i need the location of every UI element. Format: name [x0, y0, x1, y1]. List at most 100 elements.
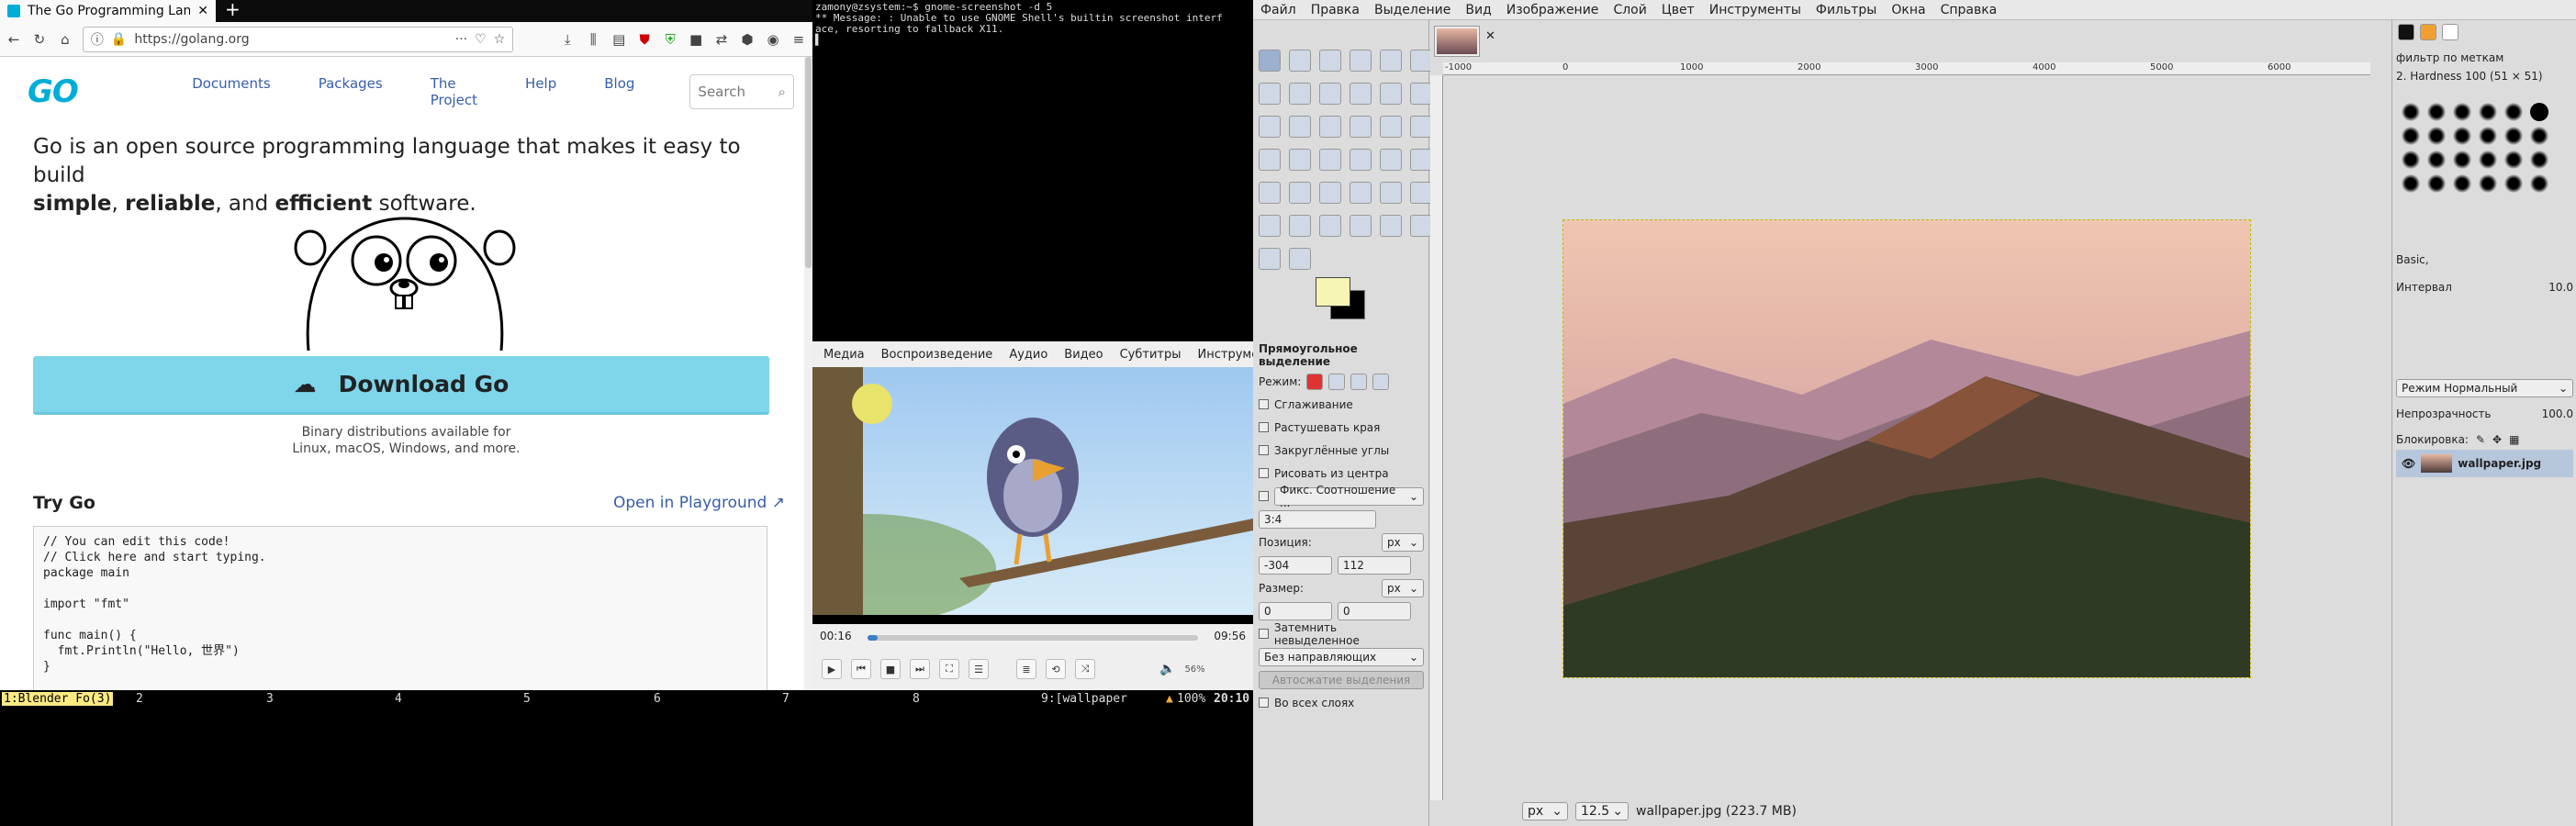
all-layers-row[interactable]: Во всех слоях	[1253, 691, 1429, 714]
foreground-color[interactable]	[1316, 277, 1350, 307]
brush-item[interactable]	[2402, 151, 2420, 169]
brush-item[interactable]	[2402, 174, 2420, 193]
home-icon[interactable]: ⌂	[57, 31, 73, 48]
handle-transform-tool-icon[interactable]	[1380, 149, 1402, 171]
foreground-select-tool-icon[interactable]	[1259, 83, 1281, 105]
pencil-tool-icon[interactable]	[1319, 182, 1341, 204]
workspace-7[interactable]: 7	[782, 692, 790, 706]
rounded-checkbox[interactable]	[1259, 445, 1269, 455]
antialias-checkbox[interactable]	[1259, 399, 1269, 409]
menu-subtitles[interactable]: Субтитры	[1120, 348, 1182, 362]
darken-row[interactable]: Затемнить невыделенное	[1253, 621, 1429, 647]
library-icon[interactable]: ⫼	[585, 31, 601, 48]
menu-view[interactable]: Вид	[1465, 3, 1491, 17]
brushes-tab-icon[interactable]	[2398, 24, 2414, 40]
page-actions-icon[interactable]: ···	[455, 32, 467, 47]
code-editor[interactable]: // You can edit this code! // Click here…	[33, 526, 767, 690]
brush-item[interactable]	[2427, 151, 2446, 169]
workspace-5[interactable]: 5	[523, 692, 531, 706]
brush-item[interactable]	[2427, 174, 2446, 193]
brush-item[interactable]	[2504, 103, 2523, 121]
all-layers-checkbox[interactable]	[1259, 698, 1269, 708]
color-swatches[interactable]	[1316, 277, 1367, 323]
nav-packages[interactable]: Packages	[319, 75, 383, 108]
workspace-9[interactable]: 9:[wallpaper	[1041, 692, 1127, 706]
menu-color[interactable]: Цвет	[1662, 3, 1695, 17]
next-icon[interactable]: ⏭	[910, 659, 930, 679]
canvas[interactable]	[1443, 75, 2370, 800]
search-icon[interactable]: ⌕	[778, 84, 786, 100]
ublock-icon[interactable]: ⛊	[636, 31, 653, 48]
autoshrink-button[interactable]: Автосжатие выделения	[1259, 670, 1424, 689]
brush-item[interactable]	[2504, 151, 2523, 169]
menu-layer[interactable]: Слой	[1613, 3, 1646, 17]
workspace-2[interactable]: 2	[136, 692, 143, 706]
brush-item[interactable]	[2479, 103, 2497, 121]
menu-windows[interactable]: Окна	[1891, 3, 1925, 17]
brush-item[interactable]	[2453, 103, 2471, 121]
brush-item[interactable]	[2479, 127, 2497, 145]
bucket-fill-tool-icon[interactable]	[1259, 182, 1281, 204]
eraser-tool-icon[interactable]	[1380, 182, 1402, 204]
fixed-checkbox[interactable]	[1259, 491, 1269, 501]
extension-icon[interactable]: ■	[688, 31, 704, 48]
brush-item[interactable]	[2530, 127, 2548, 145]
vertical-ruler[interactable]	[1430, 75, 1443, 800]
by-color-select-tool-icon[interactable]	[1380, 50, 1402, 72]
feather-checkbox[interactable]	[1259, 422, 1269, 432]
flip-tool-icon[interactable]	[1289, 149, 1311, 171]
menu-help[interactable]: Справка	[1941, 3, 1998, 17]
info-icon[interactable]: ⓘ	[91, 30, 104, 49]
lock-position-icon[interactable]: ✥	[2492, 433, 2502, 446]
scale-tool-icon[interactable]	[1350, 116, 1372, 138]
brush-item[interactable]	[2402, 127, 2420, 145]
brush-item[interactable]	[2504, 127, 2523, 145]
stop-icon[interactable]: ■	[880, 659, 901, 679]
paintbrush-tool-icon[interactable]	[1350, 182, 1372, 204]
opacity-row[interactable]: Непрозрачность 100.0	[2392, 404, 2576, 424]
brush-item[interactable]	[2453, 127, 2471, 145]
perspective-clone-tool-icon[interactable]	[1380, 215, 1402, 237]
menu-media[interactable]: Медиа	[823, 348, 865, 362]
workspace-6[interactable]: 6	[654, 692, 661, 706]
menu-playback[interactable]: Воспроизведение	[881, 348, 993, 362]
nav-the-project[interactable]: The Project	[431, 75, 477, 108]
loop-icon[interactable]: ⟲	[1046, 659, 1066, 679]
zoom-select[interactable]: 12.5 ⌄	[1575, 802, 1629, 820]
mypaint-brush-tool-icon[interactable]	[1289, 215, 1311, 237]
image-tab[interactable]	[1434, 26, 1480, 57]
menu-edit[interactable]: Правка	[1311, 3, 1360, 17]
feather-row[interactable]: Растушевать края	[1253, 416, 1429, 439]
brush-item-selected[interactable]	[2530, 103, 2548, 121]
perspective-tool-icon[interactable]	[1410, 116, 1432, 138]
workspace-4[interactable]: 4	[395, 692, 402, 706]
move-tool-icon[interactable]	[1410, 83, 1432, 105]
menu-image[interactable]: Изображение	[1506, 3, 1599, 17]
status-unit-select[interactable]: px ⌄	[1522, 802, 1568, 820]
brush-item[interactable]	[2530, 151, 2548, 169]
brush-item[interactable]	[2479, 174, 2497, 193]
pocket-icon[interactable]: ♡	[475, 32, 487, 47]
menu-filters[interactable]: Фильтры	[1816, 3, 1876, 17]
go-logo[interactable]: GO	[28, 73, 117, 110]
brush-item[interactable]	[2402, 103, 2420, 121]
workspace-1[interactable]: 1:Blender Fo(3)	[2, 692, 114, 706]
menu-audio[interactable]: Аудио	[1009, 348, 1047, 362]
intersect-mode-icon[interactable]	[1372, 373, 1390, 390]
search-input[interactable]: Search ⌕	[689, 73, 794, 109]
measure-tool-icon[interactable]	[1380, 83, 1402, 105]
align-tool-icon[interactable]	[1259, 116, 1281, 138]
add-mode-icon[interactable]	[1328, 373, 1346, 390]
page-scrollbar[interactable]	[804, 57, 812, 690]
close-tab-icon[interactable]: ✕	[197, 4, 208, 18]
workspace-8[interactable]: 8	[913, 692, 920, 706]
seek-bar[interactable]	[868, 635, 1198, 641]
account-icon[interactable]: ◉	[765, 31, 781, 48]
zoom-tool-icon[interactable]	[1350, 83, 1372, 105]
blur-tool-icon[interactable]	[1410, 215, 1432, 237]
position-x-input[interactable]: -304	[1259, 555, 1332, 575]
heal-tool-icon[interactable]	[1350, 215, 1372, 237]
back-icon[interactable]: ←	[6, 31, 22, 48]
eye-icon[interactable]: 👁	[2402, 457, 2415, 470]
close-image-icon[interactable]: ✕	[1485, 29, 1495, 43]
